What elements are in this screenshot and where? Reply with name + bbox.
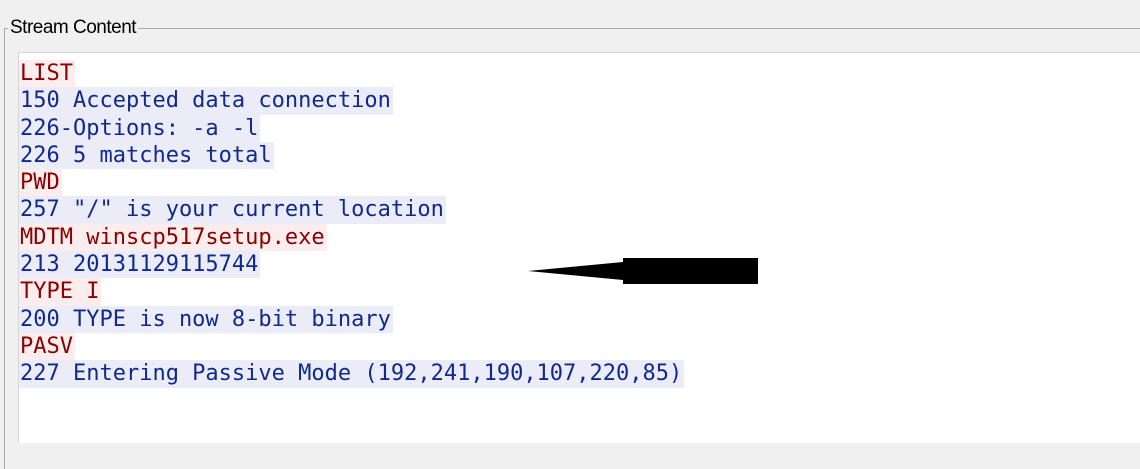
stream-line: LIST — [19, 60, 75, 88]
stream-line: 200 TYPE is now 8-bit binary — [19, 305, 393, 333]
left-arrow-icon — [528, 258, 758, 284]
stream-line: 226 5 matches total — [19, 141, 274, 170]
stream-line: MDTM winscp517setup.exe — [19, 223, 327, 252]
stream-line: 213 20131129115744 — [19, 251, 261, 279]
stream-line: 150 Accepted data connection — [19, 87, 393, 115]
stream-line: 226-Options: -a -l — [19, 114, 261, 142]
stream-line: 257 "/" is your current location — [19, 196, 446, 224]
stream-content-view[interactable]: LIST 150 Accepted data connection 226-Op… — [18, 52, 1140, 443]
stream-line: PASV — [19, 332, 75, 361]
stream-line: PWD — [19, 169, 62, 197]
stream-line: 227 Entering Passive Mode (192,241,190,1… — [19, 360, 685, 388]
stream-line: TYPE I — [19, 278, 102, 306]
stream-lines: LIST 150 Accepted data connection 226-Op… — [19, 60, 685, 388]
stream-content-title: Stream Content — [8, 16, 139, 40]
